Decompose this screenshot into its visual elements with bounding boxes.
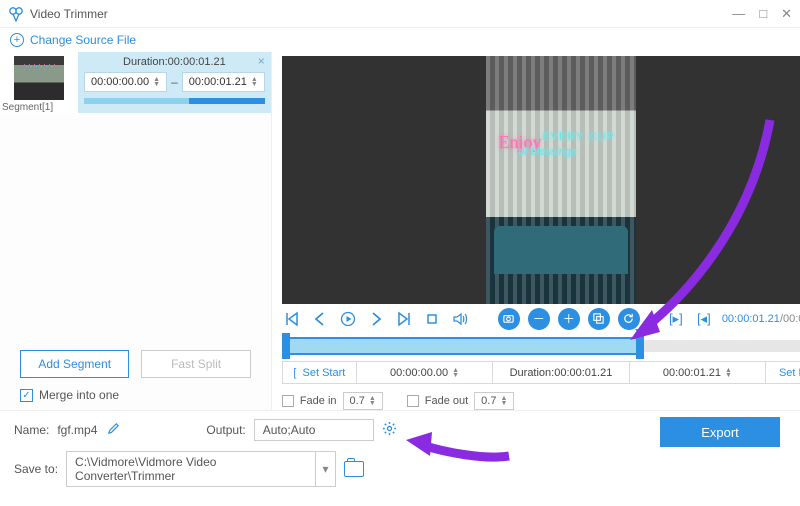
open-folder-icon[interactable] (344, 461, 364, 477)
trim-selection[interactable] (282, 337, 640, 355)
checkbox-checked-icon[interactable]: ✓ (20, 389, 33, 402)
zoom-in-button[interactable]: ＋ (558, 308, 580, 330)
trim-values-row: [ Set Start 00:00:00.00▲▼ Duration:00:00… (282, 361, 800, 384)
reset-button[interactable] (618, 308, 640, 330)
segment-start-input[interactable]: 00:00:00.00▲▼ (84, 72, 167, 92)
name-value: fgf.mp4 (57, 423, 97, 437)
checkbox-unchecked-icon[interactable] (407, 395, 419, 407)
fade-in-label: Fade in (300, 395, 337, 407)
segment-row[interactable]: Segment[1] × Duration:00:00:01.21 00:00:… (0, 52, 271, 113)
player-controls: － ＋ [▸] [◂] 00:00:01.21/00:00:02.16 (282, 304, 800, 333)
trim-start-input[interactable]: 00:00:00.00▲▼ (357, 362, 493, 383)
save-to-label: Save to: (14, 462, 58, 476)
current-time: 00:00:01.21 (722, 313, 780, 325)
trim-duration-display[interactable]: Duration:00:00:01.21 (493, 362, 629, 383)
goto-end-icon[interactable] (394, 309, 414, 329)
app-logo-icon (8, 6, 24, 22)
trim-handle-start[interactable] (282, 333, 290, 359)
copy-segment-button[interactable] (588, 308, 610, 330)
close-button[interactable]: ✕ (781, 6, 792, 22)
prev-frame-icon[interactable] (310, 309, 330, 329)
total-time: /00:00:02.16 (780, 313, 800, 325)
plus-circle-icon: + (10, 33, 24, 47)
change-source-file-button[interactable]: + Change Source File (0, 28, 800, 52)
bottom-bar: Name: fgf.mp4 Output: Auto;Auto Save to:… (0, 410, 800, 495)
segment-mini-bar[interactable] (84, 98, 265, 104)
merge-label: Merge into one (39, 388, 119, 402)
fast-split-button: Fast Split (141, 350, 250, 378)
main-area: Segment[1] × Duration:00:00:01.21 00:00:… (0, 52, 800, 410)
output-label: Output: (206, 423, 245, 437)
minimize-button[interactable]: — (732, 6, 745, 21)
dash-sep: – (171, 75, 178, 89)
segment-duration-panel: × Duration:00:00:01.21 00:00:00.00▲▼ – 0… (78, 52, 271, 113)
neon-text: of blessings (518, 146, 576, 158)
save-dropdown-icon[interactable]: ▾ (316, 451, 336, 487)
trim-end-input[interactable]: 00:00:01.21▲▼ (630, 362, 766, 383)
segment-label: Segment[1] (2, 102, 78, 113)
output-value[interactable]: Auto;Auto (254, 419, 374, 441)
play-icon[interactable] (338, 309, 358, 329)
video-preview[interactable]: Enjoy EVERY CUP of blessings (282, 56, 800, 304)
bracket-in-icon[interactable]: [▸] (666, 309, 686, 329)
set-end-button[interactable]: Set End ] (766, 362, 800, 383)
set-start-button[interactable]: [ Set Start (283, 362, 357, 383)
checkbox-unchecked-icon[interactable] (282, 395, 294, 407)
save-to-path[interactable]: C:\Vidmore\Vidmore Video Converter\Trimm… (66, 451, 316, 487)
change-source-label: Change Source File (30, 33, 136, 47)
fade-in-input[interactable]: 0.7▲▼ (343, 392, 383, 410)
add-segment-button[interactable]: Add Segment (20, 350, 129, 378)
segment-thumb-col: Segment[1] (0, 52, 78, 113)
segments-panel: Segment[1] × Duration:00:00:01.21 00:00:… (0, 52, 272, 410)
fade-row: Fade in 0.7▲▼ Fade out 0.7▲▼ (282, 392, 800, 410)
fade-out-input[interactable]: 0.7▲▼ (474, 392, 514, 410)
fade-out-label: Fade out (425, 395, 468, 407)
fade-in-control[interactable]: Fade in 0.7▲▼ (282, 392, 383, 410)
maximize-button[interactable]: □ (759, 6, 767, 21)
fade-out-control[interactable]: Fade out 0.7▲▼ (407, 392, 515, 410)
volume-icon[interactable] (450, 309, 470, 329)
bracket-out-icon[interactable]: [◂] (694, 309, 714, 329)
spinner-icon[interactable]: ▲▼ (251, 77, 258, 87)
trim-handle-end[interactable] (636, 333, 644, 359)
segment-duration-label: Duration:00:00:01.21 (84, 56, 265, 68)
stop-icon[interactable] (422, 309, 442, 329)
trim-timeline[interactable] (282, 333, 800, 355)
edit-name-icon[interactable] (107, 422, 120, 438)
titlebar: Video Trimmer — □ ✕ (0, 0, 800, 28)
segment-end-input[interactable]: 00:00:01.21▲▼ (182, 72, 265, 92)
preview-panel: Enjoy EVERY CUP of blessings － ＋ [▸] [◂] (272, 52, 800, 410)
video-frame: Enjoy EVERY CUP of blessings (486, 56, 636, 304)
next-frame-icon[interactable] (366, 309, 386, 329)
snapshot-button[interactable] (498, 308, 520, 330)
neon-text: EVERY CUP (542, 131, 614, 143)
name-label: Name: (14, 423, 49, 437)
time-display: 00:00:01.21/00:00:02.16 (722, 313, 800, 325)
app-title: Video Trimmer (30, 7, 108, 21)
segment-thumbnail[interactable] (14, 56, 64, 100)
spinner-icon[interactable]: ▲▼ (153, 77, 160, 87)
output-settings-gear-icon[interactable] (382, 421, 397, 439)
goto-start-icon[interactable] (282, 309, 302, 329)
merge-checkbox-row[interactable]: ✓ Merge into one (0, 382, 271, 410)
export-button[interactable]: Export (660, 417, 780, 447)
zoom-out-button[interactable]: － (528, 308, 550, 330)
segment-remove-button[interactable]: × (258, 54, 265, 68)
